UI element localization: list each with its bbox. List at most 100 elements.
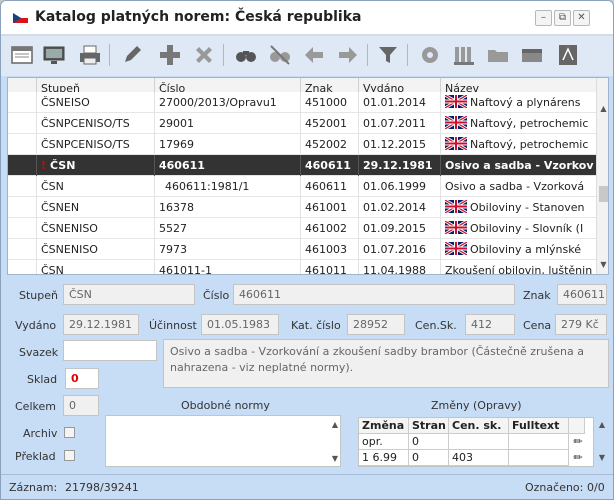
preklad-checkbox[interactable] (64, 450, 75, 461)
print-icon[interactable] (77, 42, 103, 68)
cell-nazev: Naftový, petrochemic (440, 134, 596, 155)
table-row[interactable]: ! ČSN 460611 460611 29.12.1981 Osivo a sadba … (8, 155, 596, 176)
edit-pencil-icon[interactable]: ✏ (570, 450, 586, 466)
settings-icon[interactable] (417, 42, 443, 68)
title-bar: Katalog platných norem: Česká republika … (1, 1, 613, 35)
window-icon[interactable] (9, 42, 35, 68)
english-flag-icon (445, 242, 470, 256)
english-flag-icon (445, 137, 470, 151)
table-row[interactable]: ČSNPCENISO/TS 29001 452001 01.07.2011 Naftov… (8, 113, 596, 134)
cell-nazev: Osivo a sadba - Vzorková (440, 176, 596, 197)
table-row[interactable]: ČSN 461011-1 461011 11.04.1988 Zkoušení obil… (8, 260, 596, 274)
scroll-thumb[interactable] (599, 186, 608, 202)
scroll-up-icon[interactable]: ▲ (597, 104, 608, 113)
changes-scroll-up-icon[interactable]: ▲ (597, 420, 607, 429)
sklad-label: Sklad (27, 373, 58, 386)
cell-cislo: 17969 (154, 134, 300, 155)
znak-field[interactable]: 460611 (557, 284, 607, 305)
grid-scrollbar[interactable]: ▲ ▼ (596, 78, 608, 274)
changes-cell (509, 450, 569, 466)
catalog-window: Katalog platných norem: Česká republika … (0, 0, 614, 500)
english-flag-icon (445, 95, 470, 109)
filter-icon[interactable] (375, 42, 401, 68)
cell-vydano: 11.04.1988 (358, 260, 440, 274)
delete-icon[interactable] (191, 42, 217, 68)
stupen-label: Stupeň (19, 289, 58, 302)
table-row[interactable]: ČSNPCENISO/TS 17969 452002 01.12.2015 Naftov… (8, 134, 596, 155)
search-clear-icon[interactable] (267, 42, 293, 68)
similar-norms-list[interactable]: ▲ ▼ (105, 415, 341, 467)
celkem-field[interactable]: 0 (63, 395, 99, 416)
list-scroll-down-icon[interactable]: ▼ (330, 454, 340, 463)
cell-stupen: ČSNENISO (36, 218, 154, 239)
cell-cislo: 461011-1 (154, 260, 300, 274)
vydano-label: Vydáno (15, 319, 57, 332)
cell-nazev: Osivo a sadba - Vzorkov (440, 155, 596, 176)
svazek-field[interactable] (63, 340, 157, 361)
cell-znak: 461003 (300, 239, 358, 260)
row-marker (8, 218, 36, 239)
ucinnost-field[interactable]: 01.05.1983 (201, 314, 279, 335)
search-icon[interactable] (233, 42, 259, 68)
changes-header-stran: Stran (409, 418, 449, 434)
window-title: Katalog platných norem: Česká republika (35, 9, 362, 25)
scroll-down-icon[interactable]: ▼ (597, 260, 608, 269)
stupen-field[interactable]: ČSN (63, 284, 195, 305)
monitor-icon[interactable] (41, 42, 67, 68)
changes-scroll-down-icon[interactable]: ▼ (597, 453, 607, 462)
row-marker (8, 113, 36, 134)
minimize-button[interactable]: – (535, 10, 552, 26)
folder-icon[interactable] (485, 42, 511, 68)
forward-icon[interactable] (335, 42, 361, 68)
back-icon[interactable] (301, 42, 327, 68)
vydano-field[interactable]: 29.12.1981 (63, 314, 139, 335)
cell-cislo: 460611:1981/1 (154, 176, 300, 197)
cell-vydano: 01.12.2015 (358, 134, 440, 155)
english-flag-icon (445, 116, 470, 130)
cell-znak: 452002 (300, 134, 358, 155)
cell-vydano: 01.01.2014 (358, 92, 440, 113)
cell-vydano: 01.09.2015 (358, 218, 440, 239)
list-scroll-up-icon[interactable]: ▲ (330, 420, 340, 429)
cell-vydano: 01.07.2011 (358, 113, 440, 134)
svazek-label: Svazek (19, 346, 59, 359)
table-row[interactable]: ČSNENISO 7973 461003 01.07.2016 Obiloviny a … (8, 239, 596, 260)
toolbar (1, 36, 613, 76)
changes-cell: 0 (409, 434, 449, 450)
edit-pencil-icon[interactable]: ✏ (570, 434, 586, 450)
changes-cell (509, 434, 569, 450)
ucinnost-label: Účinnost (149, 319, 197, 332)
sklad-field[interactable]: 0 (65, 368, 99, 389)
restore-button[interactable]: ⧉ (554, 10, 571, 26)
changes-cell: 403 (449, 450, 509, 466)
row-marker (8, 155, 36, 176)
archive-icon[interactable] (519, 42, 545, 68)
censk-field[interactable]: 412 (465, 314, 515, 335)
cell-stupen: ČSNENISO (36, 239, 154, 260)
cell-stupen: ČSN (36, 260, 154, 274)
library-icon[interactable] (451, 42, 477, 68)
add-icon[interactable] (157, 42, 183, 68)
edit-icon[interactable] (119, 42, 145, 68)
changes-header-censk: Cen. sk. (449, 418, 509, 434)
archiv-checkbox[interactable] (64, 427, 75, 438)
changes-cell (449, 434, 509, 450)
table-row[interactable]: ČSNEN 16378 461001 01.02.2014 Obiloviny - St… (8, 197, 596, 218)
cislo-field[interactable]: 460611 (233, 284, 515, 305)
cell-stupen: ČSNPCENISO/TS (36, 134, 154, 155)
close-button[interactable]: ✕ (573, 10, 590, 26)
cena-field[interactable]: 279 Kč (555, 314, 607, 335)
changes-cell: 1 6.99 (359, 450, 409, 466)
table-row[interactable]: ČSNEISO 27000/2013/Opravu1 451000 01.01.201… (8, 92, 596, 113)
archiv-label: Archiv (23, 427, 58, 440)
changes-cell: opr. (359, 434, 409, 450)
table-row[interactable]: ČSN 460611:1981/1 460611 01.06.1999 Osivo a … (8, 176, 596, 197)
celkem-label: Celkem (15, 400, 56, 413)
table-row[interactable]: ČSNENISO 5527 461002 01.09.2015 Obiloviny - … (8, 218, 596, 239)
katcislo-field[interactable]: 28952 (347, 314, 405, 335)
row-marker (8, 134, 36, 155)
zaznam-label: Záznam: (9, 481, 58, 494)
row-marker (8, 92, 36, 113)
pdf-icon[interactable] (555, 42, 581, 68)
cell-cislo: 16378 (154, 197, 300, 218)
